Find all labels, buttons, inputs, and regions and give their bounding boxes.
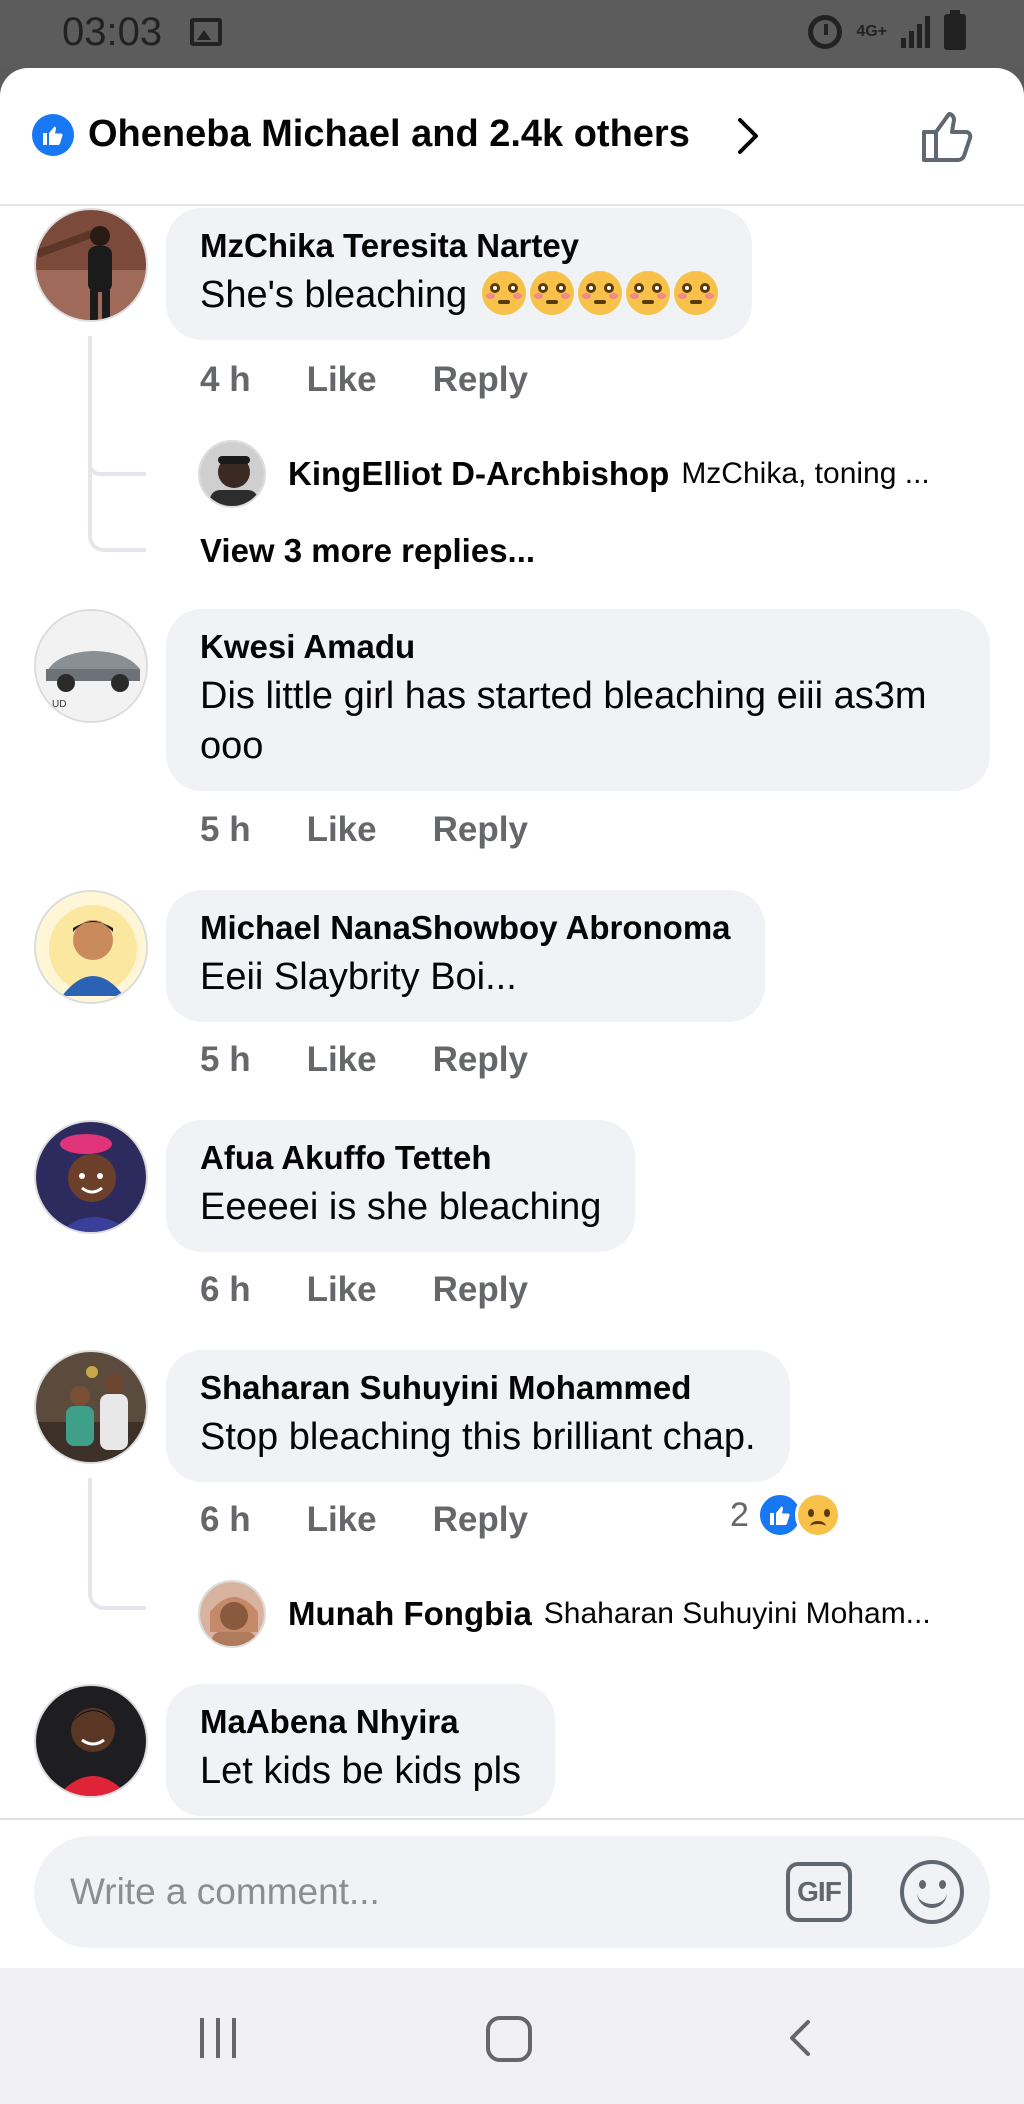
comment-bubble[interactable]: Kwesi Amadu Dis little girl has started … — [166, 609, 990, 791]
emoji-icon[interactable] — [900, 1860, 964, 1924]
comments-sheet: Oheneba Michael and 2.4k others MzChika … — [0, 68, 1024, 1968]
comment-input[interactable] — [70, 1864, 770, 1920]
reply-text: MzChika, toning ... — [681, 457, 930, 490]
comment-text: Let kids be kids pls — [200, 1750, 522, 1792]
avatar[interactable] — [34, 1684, 148, 1798]
avatar[interactable] — [198, 440, 266, 508]
comment-author[interactable]: Shaharan Suhuyini Mohammed — [200, 1368, 756, 1408]
reply-preview[interactable]: Munah Fongbia Shaharan Suhuyini Moham... — [198, 1580, 931, 1648]
avatar[interactable] — [198, 1580, 266, 1648]
comment-bubble[interactable]: MaAbena Nhyira Let kids be kids pls — [166, 1684, 556, 1816]
like-button[interactable]: Like — [307, 810, 377, 850]
comment-time: 4 h — [200, 360, 251, 399]
comment-text: Eeii Slaybrity Boi... — [200, 956, 517, 998]
comment-actions: 6 h Like Reply — [200, 1500, 528, 1540]
comment-bubble[interactable]: Michael NanaShowboy Abronoma Eeii Slaybr… — [166, 890, 765, 1022]
reply-button[interactable]: Reply — [433, 1270, 528, 1310]
like-button[interactable]: Like — [307, 1040, 377, 1080]
reply-author[interactable]: Munah Fongbia — [288, 1595, 532, 1633]
comment-time: 5 h — [200, 810, 251, 849]
comment-time: 6 h — [200, 1500, 251, 1539]
comment-time: 6 h — [200, 1270, 251, 1309]
recent-apps-icon[interactable] — [200, 2018, 236, 2058]
comment-text: She's bleaching — [200, 270, 718, 320]
like-button[interactable]: Like — [307, 1500, 377, 1540]
chevron-right-icon[interactable] — [728, 116, 768, 156]
like-button[interactable]: Like — [307, 1270, 377, 1310]
like-reaction-icon — [32, 114, 74, 156]
system-nav-bar — [0, 1968, 1024, 2104]
likes-header[interactable]: Oheneba Michael and 2.4k others — [0, 68, 1024, 206]
status-time: 03:03 — [62, 10, 163, 54]
flushed-emoji-icon — [577, 271, 622, 315]
comment-composer[interactable]: GIF — [34, 1836, 990, 1948]
reply-button[interactable]: Reply — [433, 810, 528, 850]
alarm-icon — [808, 15, 843, 49]
signal-icon — [901, 16, 930, 48]
reply-button[interactable]: Reply — [433, 360, 528, 400]
gif-button[interactable]: GIF — [786, 1862, 852, 1922]
avatar[interactable] — [34, 1120, 148, 1234]
comment-actions: 6 h Like Reply — [200, 1270, 528, 1310]
comment-bubble[interactable]: MzChika Teresita Nartey She's bleaching — [166, 208, 752, 340]
likes-summary: Oheneba Michael and 2.4k others — [88, 113, 690, 155]
avatar[interactable] — [34, 1350, 148, 1464]
comment-author[interactable]: Kwesi Amadu — [200, 627, 956, 667]
composer-divider — [0, 1818, 1024, 1820]
comment-bubble[interactable]: Shaharan Suhuyini Mohammed Stop bleachin… — [166, 1350, 790, 1482]
status-bar: 03:03 4G+ — [0, 0, 1024, 68]
thread-line — [88, 336, 146, 474]
flushed-emoji-icon — [673, 271, 718, 315]
view-more-replies-link[interactable]: View 3 more replies... — [200, 532, 535, 570]
reply-preview[interactable]: KingElliot D-Archbishop MzChika, toning … — [198, 440, 930, 508]
avatar[interactable] — [34, 208, 148, 322]
reply-text: Shaharan Suhuyini Moham... — [543, 1597, 931, 1630]
comment-text: Stop bleaching this brilliant chap. — [200, 1416, 756, 1458]
comment-time: 5 h — [200, 1040, 251, 1079]
comment-author[interactable]: Afua Akuffo Tetteh — [200, 1138, 601, 1178]
reply-button[interactable]: Reply — [433, 1040, 528, 1080]
gallery-notification-icon — [190, 18, 222, 46]
like-button[interactable]: Like — [307, 360, 377, 400]
home-icon[interactable] — [486, 2016, 532, 2062]
reaction-summary[interactable]: 2 — [730, 1492, 841, 1538]
comment-author[interactable]: MzChika Teresita Nartey — [200, 226, 718, 266]
reaction-count: 2 — [730, 1495, 749, 1534]
sad-icon — [794, 1492, 841, 1538]
comment-text: Eeeeei is she bleaching — [200, 1186, 602, 1228]
svg-text:UD: UD — [52, 699, 66, 710]
thread-line — [88, 472, 146, 552]
reply-button[interactable]: Reply — [433, 1500, 528, 1540]
comment-author[interactable]: MaAbena Nhyira — [200, 1702, 521, 1742]
flushed-emoji-icon — [481, 271, 526, 315]
comment-actions: 4 h Like Reply — [200, 360, 528, 400]
comment-actions: 5 h Like Reply — [200, 810, 528, 850]
back-icon[interactable] — [784, 2018, 814, 2058]
reply-author[interactable]: KingElliot D-Archbishop — [288, 455, 669, 493]
comment-author[interactable]: Michael NanaShowboy Abronoma — [200, 908, 731, 948]
avatar[interactable] — [34, 890, 148, 1004]
thread-line — [88, 1478, 146, 1610]
network-type: 4G+ — [856, 23, 887, 40]
flushed-emoji-icon — [529, 271, 574, 315]
flushed-emoji-icon — [625, 271, 670, 315]
comment-bubble[interactable]: Afua Akuffo Tetteh Eeeeei is she bleachi… — [166, 1120, 636, 1252]
battery-icon — [944, 10, 966, 50]
comment-actions: 5 h Like Reply — [200, 1040, 528, 1080]
comment-text: Dis little girl has started bleaching ei… — [200, 675, 927, 767]
like-post-button[interactable] — [918, 106, 978, 166]
avatar[interactable]: UD — [34, 609, 148, 723]
